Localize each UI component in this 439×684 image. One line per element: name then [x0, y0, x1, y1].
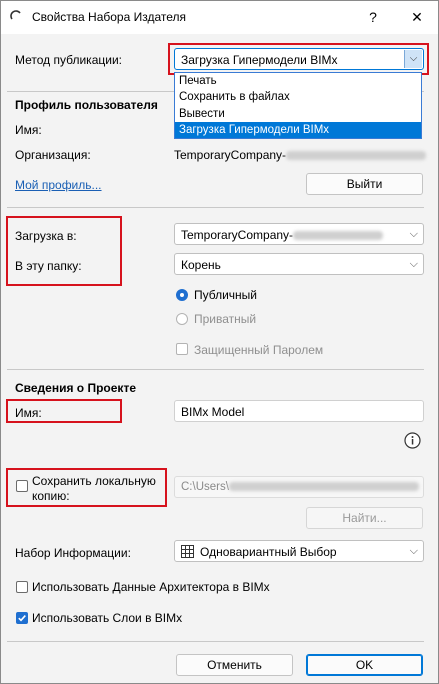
- use-layers-checkbox[interactable]: [16, 612, 28, 624]
- private-label: Приватный: [194, 312, 257, 326]
- local-path-value: C:\Users\: [181, 481, 419, 493]
- highlight-project-name: [6, 399, 122, 423]
- dropdown-item-save-files[interactable]: Сохранить в файлах: [175, 89, 421, 105]
- publish-method-label: Метод публикации:: [15, 53, 122, 67]
- ok-button[interactable]: OK: [306, 654, 423, 676]
- chevron-down-icon[interactable]: ⌵: [410, 258, 418, 271]
- my-profile-link[interactable]: Мой профиль...: [15, 178, 102, 192]
- organization-label: Организация:: [15, 148, 91, 162]
- upload-to-select[interactable]: TemporaryCompany- ⌵: [174, 223, 424, 245]
- private-radio[interactable]: [176, 313, 188, 325]
- use-architect-data-checkbox[interactable]: [16, 581, 28, 593]
- publish-method-dropdown[interactable]: Печать Сохранить в файлах Вывести Загруз…: [174, 72, 422, 139]
- publisher-set-properties-dialog: Свойства Набора Издателя ? ✕ Метод публи…: [0, 0, 439, 684]
- local-path-text: C:\Users\: [181, 481, 229, 493]
- use-layers-label: Использовать Слои в BIMx: [32, 611, 183, 625]
- grid-icon: [181, 545, 194, 558]
- info-set-label: Набор Информации:: [15, 546, 131, 560]
- local-path-input[interactable]: C:\Users\: [174, 476, 424, 498]
- title-bar: Свойства Набора Издателя ? ✕: [1, 1, 438, 34]
- password-label: Защищенный Паролем: [194, 343, 324, 357]
- public-label: Публичный: [194, 288, 258, 302]
- upload-to-text: TemporaryCompany-: [181, 228, 294, 242]
- browse-button[interactable]: Найти...: [306, 507, 423, 529]
- app-icon: [10, 9, 22, 21]
- highlight-upload-labels: [6, 216, 122, 286]
- chevron-down-icon[interactable]: ⌵: [410, 545, 418, 558]
- chevron-down-icon[interactable]: ⌵: [410, 228, 418, 241]
- organization-value: TemporaryCompany-: [174, 148, 427, 162]
- password-checkbox[interactable]: [176, 343, 188, 355]
- organization-text: TemporaryCompany-: [174, 148, 287, 162]
- project-heading: Сведения о Проекте: [15, 381, 136, 395]
- info-icon[interactable]: [404, 432, 421, 449]
- window-title: Свойства Набора Издателя: [32, 10, 187, 24]
- use-architect-data-label: Использовать Данные Архитектора в BIMx: [32, 580, 270, 594]
- separator: [7, 641, 424, 642]
- project-name-value: BIMx Model: [181, 405, 245, 419]
- profile-heading: Профиль пользователя: [15, 98, 158, 112]
- blurred-text: [286, 151, 427, 161]
- info-set-value: Одновариантный Выбор: [200, 545, 337, 559]
- cancel-button[interactable]: Отменить: [176, 654, 293, 676]
- info-set-select[interactable]: Одновариантный Выбор ⌵: [174, 540, 424, 562]
- dropdown-item-print[interactable]: Печать: [175, 73, 421, 89]
- close-button[interactable]: ✕: [406, 7, 428, 27]
- blurred-text: [293, 231, 384, 241]
- separator: [7, 207, 424, 208]
- profile-name-label: Имя:: [15, 123, 42, 137]
- dropdown-item-output[interactable]: Вывести: [175, 106, 421, 122]
- blurred-text: [228, 482, 419, 492]
- project-name-input[interactable]: BIMx Model: [174, 400, 424, 422]
- separator: [7, 369, 424, 370]
- public-radio[interactable]: [176, 289, 188, 301]
- highlight-local-copy: [6, 468, 167, 507]
- folder-select[interactable]: Корень ⌵: [174, 253, 424, 275]
- dropdown-item-bimx-upload[interactable]: Загрузка Гипермодели BIMx: [175, 122, 421, 138]
- logout-button[interactable]: Выйти: [306, 173, 423, 195]
- checkmark-icon: [18, 615, 26, 622]
- upload-to-value: TemporaryCompany-: [181, 228, 384, 242]
- highlight-publish-method: [168, 43, 429, 75]
- help-button[interactable]: ?: [362, 7, 384, 27]
- folder-value: Корень: [181, 258, 221, 272]
